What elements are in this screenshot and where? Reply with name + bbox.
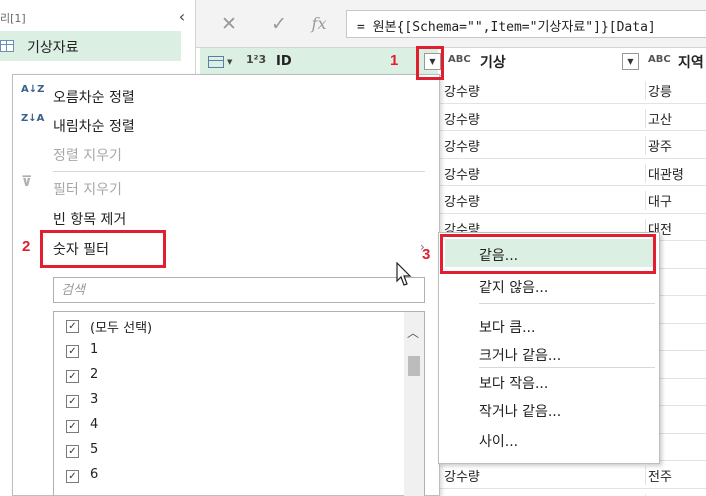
annotation-label-2: 2 (22, 238, 31, 255)
column-name: 지역 (678, 55, 704, 71)
column-header-region[interactable]: ABC 지역 (644, 48, 706, 76)
column-filter-button[interactable]: ▼ (622, 53, 639, 70)
filter-value-label: 2 (90, 367, 99, 382)
cell-region[interactable]: 전주 (645, 466, 705, 485)
cell-weather[interactable]: 강수량 (444, 164, 480, 183)
column-filter-dropdown: A↓Z 오름차순 정렬 Z↓A 내림차순 정렬 정렬 지우기 ⊽ 필터 지우기 … (12, 74, 440, 496)
cell-region[interactable]: 고산 (645, 108, 705, 128)
filter-value-label: (모두 선택) (90, 321, 153, 336)
submenu-item[interactable]: 같지 않음... (445, 271, 655, 299)
annotation-box-2 (40, 230, 166, 268)
formula-input[interactable]: = 원본{[Schema="",Item="기상자료"]}[Data] (346, 10, 706, 38)
text-type-icon[interactable]: ABC (448, 54, 471, 65)
filter-search-box[interactable] (53, 277, 425, 303)
confirm-formula-button[interactable]: ✓ (264, 12, 294, 36)
queries-pane-header: 리[1] (0, 12, 26, 25)
column-header-weather[interactable]: ABC 기상 ▼ (442, 48, 644, 76)
filter-value-list: ︿ ✓ (모두 선택) ✓ 1 ✓ 2 ✓ 3 ✓ 4 ✓ 5 ✓ 6 (53, 311, 425, 496)
annotation-label-1: 1 (390, 52, 399, 69)
submenu-divider (479, 367, 655, 368)
list-scrollbar[interactable]: ︿ (404, 312, 424, 496)
filter-value-label: 5 (90, 442, 99, 457)
column-header-id[interactable]: ▼ 1²3 ID ▼ (200, 48, 441, 76)
menu-item-sort-ascending[interactable]: A↓Z 오름차순 정렬 (13, 83, 433, 109)
filter-value-label: 4 (90, 417, 99, 432)
cell-weather[interactable]: 강수량 (444, 109, 480, 128)
annotation-label-3: 3 (422, 246, 431, 263)
menu-item-label: 오름차순 정렬 (53, 90, 135, 106)
submenu-item[interactable]: 보다 작음... (445, 367, 655, 395)
table-row[interactable]: 강수량 대구 (436, 186, 706, 214)
submenu-item-label: 보다 작음... (479, 376, 549, 392)
column-name: 기상 (480, 55, 506, 71)
grid-header: ▼ 1²3 ID ▼ ABC 기상 ▼ ABC 지역 (196, 48, 706, 76)
filter-value-label: 1 (90, 342, 99, 357)
cell-region[interactable]: 대구 (645, 191, 705, 210)
table-menu-icon[interactable] (208, 56, 224, 68)
annotation-box-1 (416, 46, 444, 80)
menu-item-sort-descending[interactable]: Z↓A 내림차순 정렬 (13, 112, 433, 138)
sort-descending-icon: Z↓A (21, 113, 45, 124)
text-type-icon[interactable]: ABC (648, 54, 671, 65)
checkbox[interactable]: ✓ (66, 420, 79, 433)
submenu-item[interactable]: 크거나 같음... (445, 339, 655, 367)
checkbox[interactable]: ✓ (66, 395, 79, 408)
table-icon (0, 40, 14, 52)
filter-value-label: 6 (90, 467, 99, 482)
menu-item-label: 정렬 지우기 (53, 148, 122, 164)
submenu-item[interactable]: 작거나 같음... (445, 395, 655, 423)
submenu-item-label: 사이... (479, 434, 519, 450)
chevron-up-icon[interactable]: ︿ (407, 324, 419, 341)
sort-ascending-icon: A↓Z (21, 84, 45, 95)
menu-item-label: 내림차순 정렬 (53, 119, 135, 135)
query-item[interactable]: 기상자료 (0, 31, 181, 61)
table-row[interactable]: 강수량 전주 (436, 461, 706, 489)
menu-item-clear-sort: 정렬 지우기 (13, 141, 433, 167)
column-name: ID (276, 54, 292, 69)
checkbox[interactable]: ✓ (66, 370, 79, 383)
menu-item-clear-filter: ⊽ 필터 지우기 (13, 175, 433, 201)
checkbox[interactable]: ✓ (66, 470, 79, 483)
cancel-formula-button[interactable]: ✕ (214, 12, 244, 36)
filter-value-label: 3 (90, 392, 99, 407)
collapse-pane-button[interactable]: ‹ (174, 8, 190, 26)
cell-weather[interactable]: 강수량 (444, 136, 480, 155)
checkbox[interactable]: ✓ (66, 320, 79, 333)
formula-bar: ✕ ✓ fx = 원본{[Schema="",Item="기상자료"]}[Dat… (196, 0, 706, 48)
cell-weather[interactable]: 강수량 (444, 191, 480, 210)
submenu-item-label: 크거나 같음... (479, 348, 562, 364)
menu-divider (53, 171, 425, 172)
number-type-icon[interactable]: 1²3 (246, 53, 266, 66)
submenu-item[interactable]: 사이... (445, 425, 655, 453)
checkbox[interactable]: ✓ (66, 345, 79, 358)
table-row[interactable]: 강수량 광주 (436, 131, 706, 159)
table-row[interactable]: 강수량 강릉 (436, 76, 706, 104)
cell-region[interactable]: 광주 (645, 136, 705, 155)
checkbox[interactable]: ✓ (66, 445, 79, 458)
annotation-box-3 (440, 234, 656, 274)
menu-item-label: 빈 항목 제거 (53, 212, 127, 228)
menu-item-remove-empty[interactable]: 빈 항목 제거 (13, 205, 433, 231)
submenu-item-label: 같지 않음... (479, 280, 549, 296)
menu-item-label: 필터 지우기 (53, 182, 122, 198)
cell-region[interactable]: 대관령 (645, 163, 705, 183)
mouse-cursor-icon (396, 262, 412, 286)
clear-filter-icon: ⊽ (21, 174, 33, 190)
search-input[interactable] (54, 278, 424, 302)
table-row[interactable]: 강수량 대관령 (436, 159, 706, 186)
submenu-item-label: 보다 큼... (479, 320, 536, 336)
chevron-down-icon: ▼ (227, 58, 233, 66)
cell-weather[interactable]: 강수량 (444, 466, 480, 485)
cell-region[interactable]: 강릉 (645, 81, 705, 100)
table-row[interactable]: 강수량제주 (436, 489, 706, 496)
submenu-item-label: 작거나 같음... (479, 404, 562, 420)
cell-weather[interactable]: 강수량 (444, 81, 480, 100)
scrollbar-thumb[interactable] (408, 356, 420, 376)
table-row[interactable]: 강수량 고산 (436, 104, 706, 131)
submenu-divider (479, 303, 655, 304)
insert-function-button[interactable]: fx (304, 12, 334, 36)
submenu-item[interactable]: 보다 큼... (445, 311, 655, 339)
query-item-label: 기상자료 (27, 40, 79, 56)
